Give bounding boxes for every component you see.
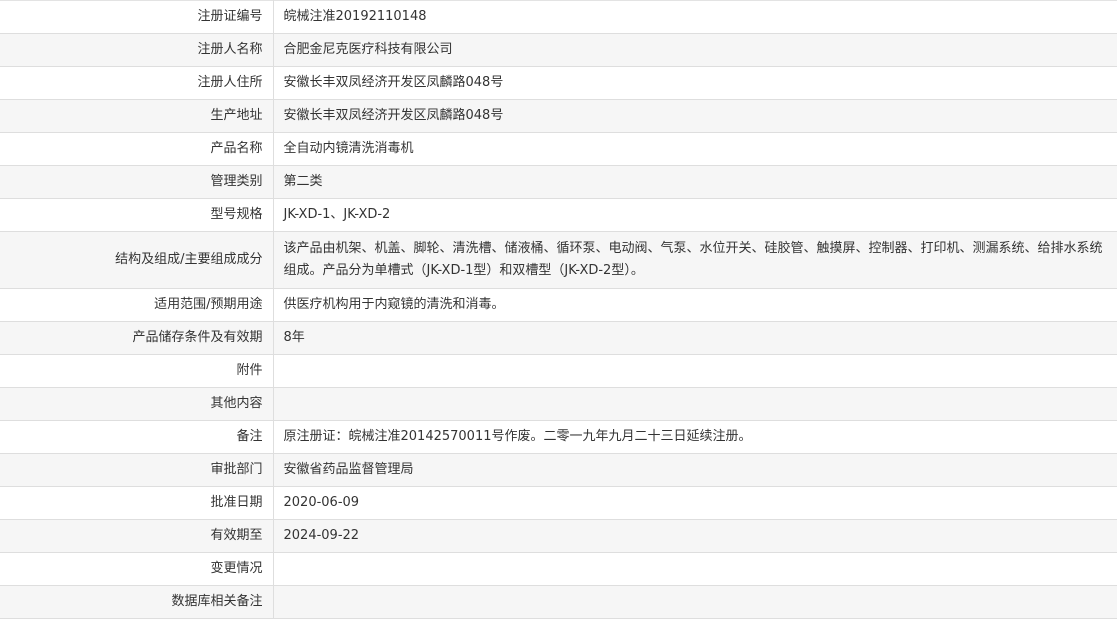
row-approval-date: 批准日期 2020-06-09 <box>0 486 1117 520</box>
field-value: 全自动内镜清洗消毒机 <box>273 132 1117 166</box>
field-label: 生产地址 <box>0 99 274 133</box>
field-label: 管理类别 <box>0 165 274 199</box>
field-value <box>273 354 1117 388</box>
field-value: 2024-09-22 <box>273 519 1117 553</box>
row-intended-use: 适用范围/预期用途 供医疗机构用于内窥镜的清洗和消毒。 <box>0 288 1117 322</box>
field-label: 备注 <box>0 420 274 454</box>
field-value: 安徽省药品监督管理局 <box>273 453 1117 487</box>
row-database-notes: 数据库相关备注 <box>0 585 1117 619</box>
row-storage-validity: 产品储存条件及有效期 8年 <box>0 321 1117 355</box>
field-value: JK-XD-1、JK-XD-2 <box>273 198 1117 232</box>
row-remarks: 备注 原注册证：皖械注准20142570011号作废。二零一九年九月二十三日延续… <box>0 420 1117 454</box>
field-label: 产品储存条件及有效期 <box>0 321 274 355</box>
field-label: 结构及组成/主要组成成分 <box>0 231 274 289</box>
field-label: 其他内容 <box>0 387 274 421</box>
field-value: 安徽长丰双凤经济开发区凤麟路048号 <box>273 66 1117 100</box>
field-label: 产品名称 <box>0 132 274 166</box>
field-label: 型号规格 <box>0 198 274 232</box>
field-value: 第二类 <box>273 165 1117 199</box>
row-valid-until: 有效期至 2024-09-22 <box>0 519 1117 553</box>
field-value: 供医疗机构用于内窥镜的清洗和消毒。 <box>273 288 1117 322</box>
field-label: 注册人住所 <box>0 66 274 100</box>
field-value <box>273 585 1117 619</box>
row-change-status: 变更情况 <box>0 552 1117 586</box>
field-label: 审批部门 <box>0 453 274 487</box>
row-management-category: 管理类别 第二类 <box>0 165 1117 199</box>
row-product-name: 产品名称 全自动内镜清洗消毒机 <box>0 132 1117 166</box>
field-value <box>273 552 1117 586</box>
row-other-content: 其他内容 <box>0 387 1117 421</box>
row-structure-composition: 结构及组成/主要组成成分 该产品由机架、机盖、脚轮、清洗槽、储液桶、循环泵、电动… <box>0 231 1117 289</box>
row-model-spec: 型号规格 JK-XD-1、JK-XD-2 <box>0 198 1117 232</box>
row-registrant-address: 注册人住所 安徽长丰双凤经济开发区凤麟路048号 <box>0 66 1117 100</box>
row-registration-number: 注册证编号 皖械注准20192110148 <box>0 0 1117 34</box>
field-label: 变更情况 <box>0 552 274 586</box>
field-label: 有效期至 <box>0 519 274 553</box>
field-value: 8年 <box>273 321 1117 355</box>
field-label: 适用范围/预期用途 <box>0 288 274 322</box>
field-label: 附件 <box>0 354 274 388</box>
field-value: 皖械注准20192110148 <box>273 0 1117 34</box>
row-production-address: 生产地址 安徽长丰双凤经济开发区凤麟路048号 <box>0 99 1117 133</box>
field-value: 合肥金尼克医疗科技有限公司 <box>273 33 1117 67</box>
field-value: 2020-06-09 <box>273 486 1117 520</box>
row-approval-department: 审批部门 安徽省药品监督管理局 <box>0 453 1117 487</box>
field-value <box>273 387 1117 421</box>
field-label: 注册证编号 <box>0 0 274 34</box>
row-attachments: 附件 <box>0 354 1117 388</box>
field-value: 该产品由机架、机盖、脚轮、清洗槽、储液桶、循环泵、电动阀、气泵、水位开关、硅胶管… <box>273 231 1117 289</box>
field-value: 安徽长丰双凤经济开发区凤麟路048号 <box>273 99 1117 133</box>
field-label: 注册人名称 <box>0 33 274 67</box>
registration-detail-table: 注册证编号 皖械注准20192110148 注册人名称 合肥金尼克医疗科技有限公… <box>0 0 1117 619</box>
field-label: 数据库相关备注 <box>0 585 274 619</box>
field-value: 原注册证：皖械注准20142570011号作废。二零一九年九月二十三日延续注册。 <box>273 420 1117 454</box>
field-label: 批准日期 <box>0 486 274 520</box>
row-registrant-name: 注册人名称 合肥金尼克医疗科技有限公司 <box>0 33 1117 67</box>
